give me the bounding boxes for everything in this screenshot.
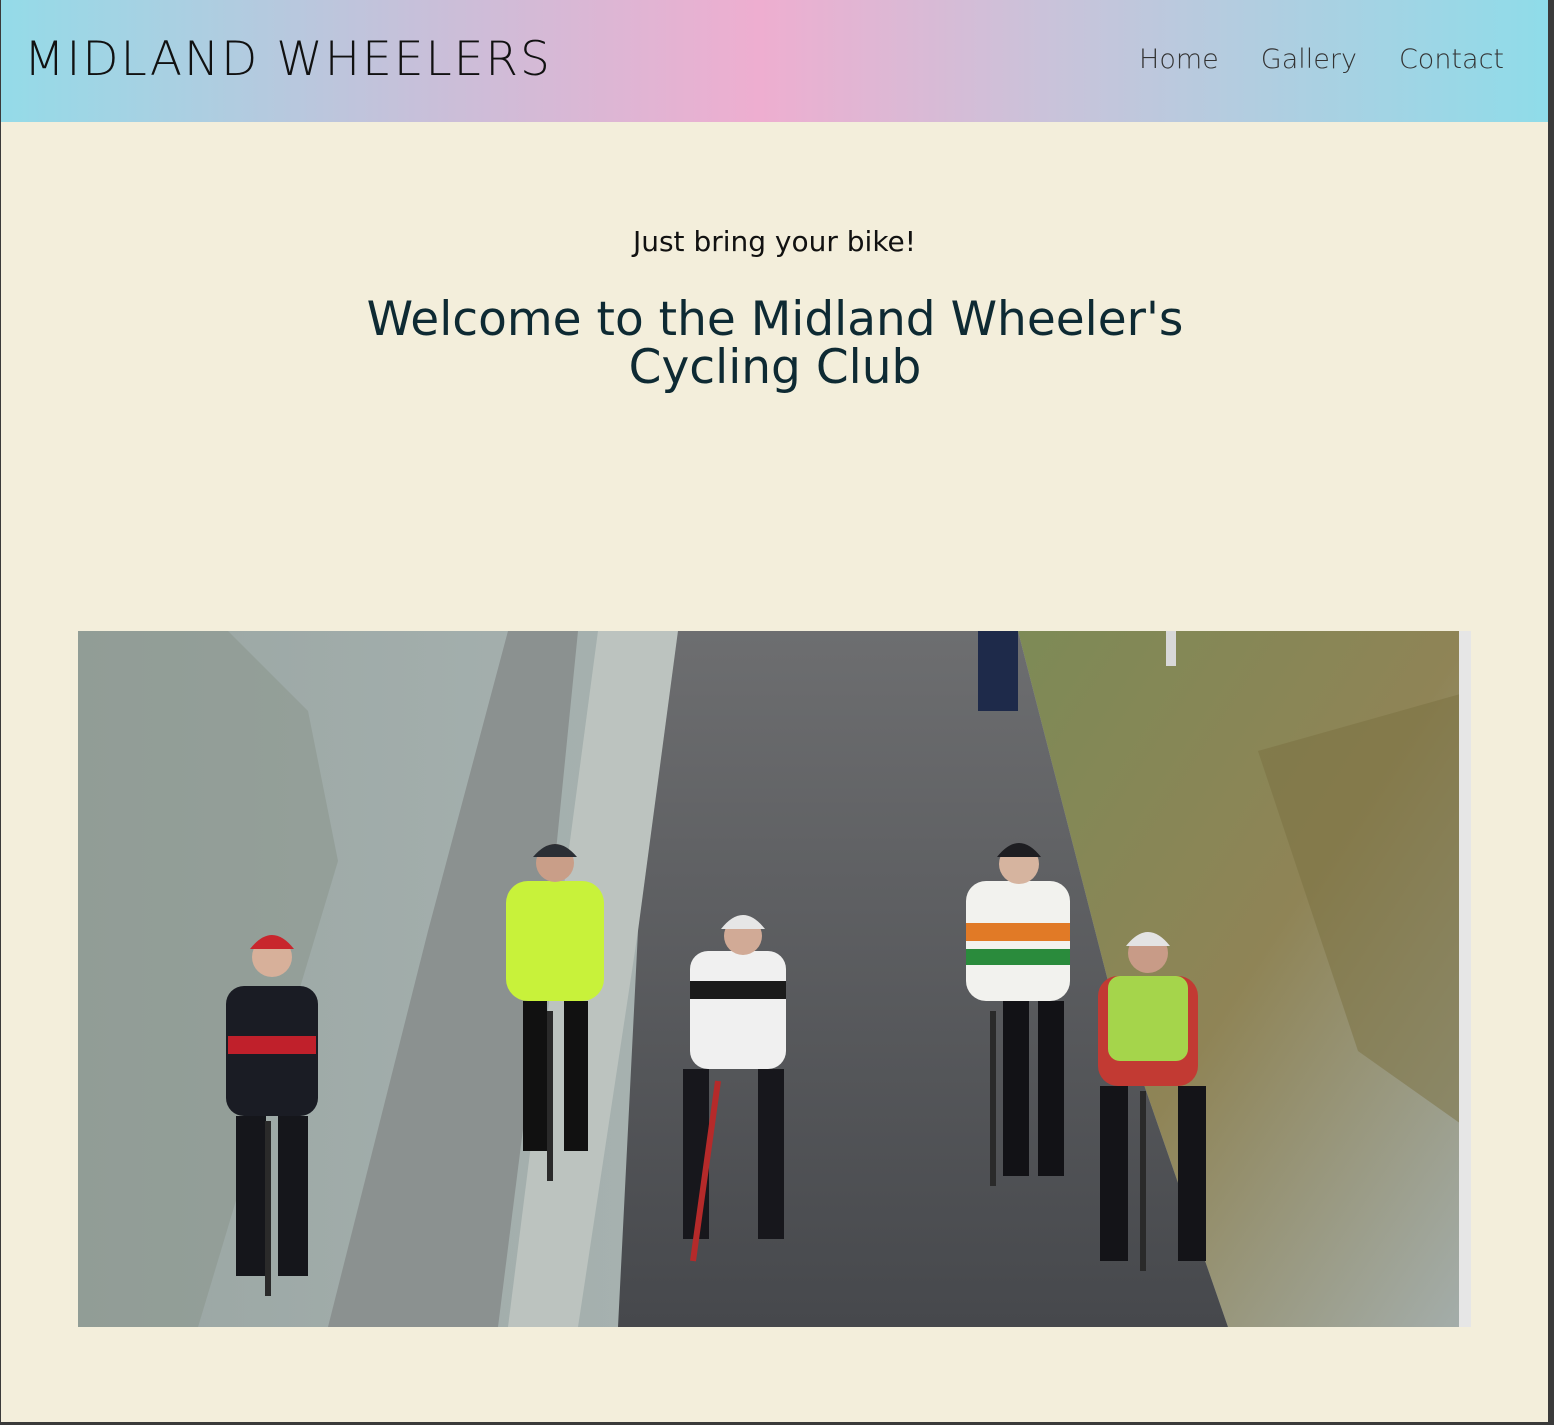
- site-logo-text[interactable]: MIDLAND WHEELERS: [24, 30, 552, 90]
- nav-contact-link[interactable]: Contact: [1399, 40, 1504, 80]
- page: MIDLAND WHEELERS Home Gallery Contact Ju…: [1, 0, 1548, 1422]
- hero-photo-illustration: [78, 631, 1471, 1327]
- site-header: MIDLAND WHEELERS Home Gallery Contact: [1, 0, 1548, 122]
- main-nav: Home Gallery Contact: [1139, 40, 1504, 80]
- nav-gallery-link[interactable]: Gallery: [1261, 40, 1357, 80]
- hero-title: Welcome to the Midland Wheeler's Cycling…: [366, 292, 1184, 395]
- hero-photo-cyclists: [78, 631, 1471, 1327]
- nav-home-link[interactable]: Home: [1139, 40, 1219, 80]
- hero-tagline: Just bring your bike!: [632, 225, 917, 258]
